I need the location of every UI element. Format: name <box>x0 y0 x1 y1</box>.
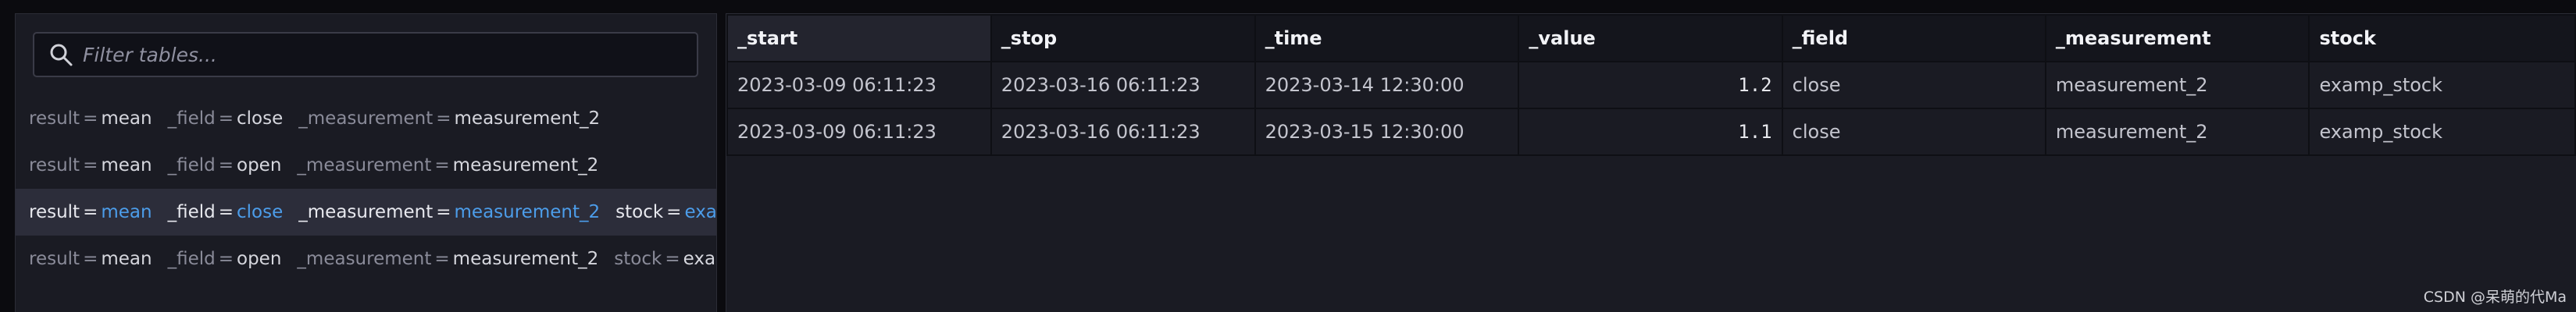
tag-result: result = mean <box>29 155 152 176</box>
tag-equals: = <box>218 108 234 129</box>
tag-equals: = <box>436 202 451 222</box>
tag-result: result = mean <box>29 202 152 222</box>
tag-equals: = <box>83 155 98 176</box>
tag-measurement: _measurement = measurement_2 <box>298 108 600 129</box>
tag-key: _field <box>167 108 216 129</box>
table-header-row: _start _stop _time _value _field _measurement… <box>726 14 2576 62</box>
tag-value: mean <box>101 249 152 269</box>
table-cell: 2023-03-14 12:30:00 <box>1254 61 1520 109</box>
tag-value: open <box>237 155 282 176</box>
tag-result: result = mean <box>29 108 152 129</box>
search-icon <box>50 44 73 66</box>
tag-value: measurement_2 <box>454 108 601 129</box>
table-cell: close <box>1781 61 2046 109</box>
tag-value: close <box>237 202 284 222</box>
tag-value: measurement_2 <box>452 155 599 176</box>
column-header[interactable]: _measurement <box>2044 14 2310 62</box>
tag-field: _field = close <box>168 202 284 222</box>
tag-measurement: _measurement = measurement_2 <box>298 202 600 222</box>
tag-field: _field = open <box>168 249 282 269</box>
tag-key: result <box>29 108 80 129</box>
column-header[interactable]: stock <box>2308 14 2576 62</box>
tag-equals: = <box>218 155 234 176</box>
table-list-item[interactable]: result = mean _field = close _measurement = meas… <box>16 189 717 236</box>
tag-field: _field = open <box>168 155 282 176</box>
tag-equals: = <box>83 202 98 222</box>
results-table: _start _stop _time _value _field _measurement… <box>726 14 2576 156</box>
tag-result: result = mean <box>29 249 152 269</box>
data-grid: _start _stop _time _value _field _measurement… <box>726 13 2576 312</box>
tag-stock: stock=exam <box>614 249 716 269</box>
table-cell: examp_stock <box>2308 108 2576 156</box>
tag-value: exam <box>683 249 716 269</box>
tag-equals: = <box>434 155 450 176</box>
tag-key: _measurement <box>297 249 432 269</box>
table-cell: 2023-03-09 06:11:23 <box>726 108 992 156</box>
table-list-item[interactable]: result = mean _field = close _measurement = meas… <box>16 95 716 142</box>
tag-key: _measurement <box>298 108 433 129</box>
tag-value: mean <box>101 108 152 129</box>
tag-value: measurement_2 <box>454 202 601 222</box>
table-cell: 2023-03-16 06:11:23 <box>990 108 1256 156</box>
table-list: result = mean _field = close _measurement = meas… <box>16 95 717 282</box>
table-cell: 1.2 <box>1518 61 1783 109</box>
tag-value: mean <box>101 155 152 176</box>
table-cell: measurement_2 <box>2044 108 2310 156</box>
search-box[interactable] <box>33 32 698 77</box>
table-cell: examp_stock <box>2308 61 2576 109</box>
table-list-item[interactable]: result = mean _field = open _measurement = measu… <box>16 142 716 189</box>
tag-equals: = <box>434 249 450 269</box>
table-cell: 1.1 <box>1518 108 1783 156</box>
column-header[interactable]: _value <box>1518 14 1783 62</box>
tag-key: _measurement <box>297 155 432 176</box>
column-header[interactable]: _start <box>726 14 992 62</box>
tag-key: result <box>29 155 80 176</box>
tag-key: _field <box>167 155 216 176</box>
table-cell: 2023-03-16 06:11:23 <box>990 61 1256 109</box>
table-list-panel: result=mean_field=close_measurement=meas… <box>15 13 717 312</box>
tag-equals: = <box>83 108 98 129</box>
table-row: 2023-03-09 06:11:23 2023-03-16 06:11:23 20… <box>726 61 2576 109</box>
tag-equals: = <box>83 249 98 269</box>
tag-equals: = <box>218 249 234 269</box>
tag-equals: = <box>665 249 680 269</box>
tag-key: result <box>29 249 80 269</box>
tag-measurement: _measurement = measurement_2 <box>297 249 598 269</box>
tag-measurement: _measurement = measurement_2 <box>297 155 598 176</box>
column-header[interactable]: _stop <box>990 14 1256 62</box>
tag-value: open <box>237 249 282 269</box>
tag-equals: = <box>218 202 234 222</box>
filter-tables-input[interactable] <box>83 43 697 66</box>
tag-key: _field <box>167 202 216 222</box>
tag-equals: = <box>436 108 451 129</box>
table-list-item[interactable]: result = mean _field = open _measurement = measu… <box>16 236 716 282</box>
tag-key: _measurement <box>298 202 433 222</box>
tag-equals: = <box>666 202 682 222</box>
table-row: 2023-03-09 06:11:23 2023-03-16 06:11:23 20… <box>726 108 2576 156</box>
tag-key: stock <box>614 249 662 269</box>
tag-field: _field = close <box>168 108 284 129</box>
tag-key: result <box>29 202 80 222</box>
tag-value: close <box>237 108 284 129</box>
table-cell: close <box>1781 108 2046 156</box>
tag-key: stock <box>615 202 664 222</box>
tag-value: mean <box>101 202 152 222</box>
column-header[interactable]: _time <box>1254 14 1520 62</box>
table-cell: measurement_2 <box>2044 61 2310 109</box>
tag-key: _field <box>167 249 216 269</box>
table-cell: 2023-03-15 12:30:00 <box>1254 108 1520 156</box>
column-header[interactable]: _field <box>1781 14 2046 62</box>
table-cell: 2023-03-09 06:11:23 <box>726 61 992 109</box>
tag-value: exam <box>684 202 717 222</box>
tag-value: measurement_2 <box>452 249 599 269</box>
tag-stock: stock=exam <box>615 202 717 222</box>
watermark: CSDN @呆萌的代Ma <box>2423 289 2567 306</box>
